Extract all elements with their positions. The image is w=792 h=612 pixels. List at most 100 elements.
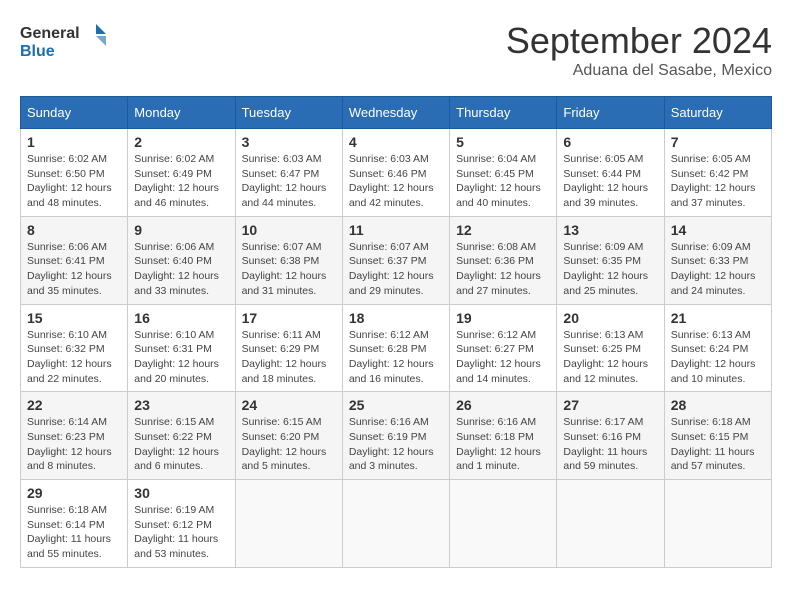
cell-13: 13 Sunrise: 6:09 AM Sunset: 6:35 PM Dayl…	[557, 216, 664, 304]
day-number: 10	[242, 222, 336, 238]
cell-4: 4 Sunrise: 6:03 AM Sunset: 6:46 PM Dayli…	[342, 129, 449, 217]
day-info: Sunrise: 6:05 AM Sunset: 6:44 PM Dayligh…	[563, 152, 657, 211]
cell-30: 30 Sunrise: 6:19 AM Sunset: 6:12 PM Dayl…	[128, 480, 235, 568]
day-number: 17	[242, 310, 336, 326]
cell-8: 8 Sunrise: 6:06 AM Sunset: 6:41 PM Dayli…	[21, 216, 128, 304]
day-number: 12	[456, 222, 550, 238]
day-info: Sunrise: 6:12 AM Sunset: 6:28 PM Dayligh…	[349, 328, 443, 387]
day-info: Sunrise: 6:14 AM Sunset: 6:23 PM Dayligh…	[27, 415, 121, 474]
cell-22: 22 Sunrise: 6:14 AM Sunset: 6:23 PM Dayl…	[21, 392, 128, 480]
day-info: Sunrise: 6:15 AM Sunset: 6:22 PM Dayligh…	[134, 415, 228, 474]
cell-16: 16 Sunrise: 6:10 AM Sunset: 6:31 PM Dayl…	[128, 304, 235, 392]
location-title: Aduana del Sasabe, Mexico	[506, 62, 772, 80]
day-number: 9	[134, 222, 228, 238]
week-row-2: 8 Sunrise: 6:06 AM Sunset: 6:41 PM Dayli…	[21, 216, 772, 304]
day-info: Sunrise: 6:02 AM Sunset: 6:49 PM Dayligh…	[134, 152, 228, 211]
day-info: Sunrise: 6:18 AM Sunset: 6:14 PM Dayligh…	[27, 503, 121, 562]
cell-15: 15 Sunrise: 6:10 AM Sunset: 6:32 PM Dayl…	[21, 304, 128, 392]
cell-3: 3 Sunrise: 6:03 AM Sunset: 6:47 PM Dayli…	[235, 129, 342, 217]
cell-6: 6 Sunrise: 6:05 AM Sunset: 6:44 PM Dayli…	[557, 129, 664, 217]
cell-29: 29 Sunrise: 6:18 AM Sunset: 6:14 PM Dayl…	[21, 480, 128, 568]
title-section: September 2024 Aduana del Sasabe, Mexico	[506, 20, 772, 80]
svg-text:Blue: Blue	[20, 43, 55, 60]
col-saturday: Saturday	[664, 97, 771, 129]
day-number: 29	[27, 485, 121, 501]
day-info: Sunrise: 6:09 AM Sunset: 6:35 PM Dayligh…	[563, 240, 657, 299]
cell-1: 1 Sunrise: 6:02 AM Sunset: 6:50 PM Dayli…	[21, 129, 128, 217]
col-thursday: Thursday	[450, 97, 557, 129]
day-info: Sunrise: 6:08 AM Sunset: 6:36 PM Dayligh…	[456, 240, 550, 299]
day-info: Sunrise: 6:17 AM Sunset: 6:16 PM Dayligh…	[563, 415, 657, 474]
day-number: 19	[456, 310, 550, 326]
col-friday: Friday	[557, 97, 664, 129]
cell-20: 20 Sunrise: 6:13 AM Sunset: 6:25 PM Dayl…	[557, 304, 664, 392]
day-number: 25	[349, 397, 443, 413]
day-number: 5	[456, 134, 550, 150]
day-number: 26	[456, 397, 550, 413]
cell-24: 24 Sunrise: 6:15 AM Sunset: 6:20 PM Dayl…	[235, 392, 342, 480]
day-info: Sunrise: 6:16 AM Sunset: 6:19 PM Dayligh…	[349, 415, 443, 474]
day-number: 13	[563, 222, 657, 238]
cell-21: 21 Sunrise: 6:13 AM Sunset: 6:24 PM Dayl…	[664, 304, 771, 392]
cell-empty	[557, 480, 664, 568]
cell-empty	[664, 480, 771, 568]
day-number: 15	[27, 310, 121, 326]
day-info: Sunrise: 6:06 AM Sunset: 6:41 PM Dayligh…	[27, 240, 121, 299]
cell-empty	[235, 480, 342, 568]
cell-14: 14 Sunrise: 6:09 AM Sunset: 6:33 PM Dayl…	[664, 216, 771, 304]
week-row-3: 15 Sunrise: 6:10 AM Sunset: 6:32 PM Dayl…	[21, 304, 772, 392]
logo: General Blue	[20, 20, 110, 60]
day-number: 11	[349, 222, 443, 238]
day-info: Sunrise: 6:03 AM Sunset: 6:47 PM Dayligh…	[242, 152, 336, 211]
day-info: Sunrise: 6:13 AM Sunset: 6:25 PM Dayligh…	[563, 328, 657, 387]
day-number: 23	[134, 397, 228, 413]
day-info: Sunrise: 6:16 AM Sunset: 6:18 PM Dayligh…	[456, 415, 550, 474]
day-info: Sunrise: 6:10 AM Sunset: 6:31 PM Dayligh…	[134, 328, 228, 387]
day-number: 14	[671, 222, 765, 238]
cell-9: 9 Sunrise: 6:06 AM Sunset: 6:40 PM Dayli…	[128, 216, 235, 304]
col-sunday: Sunday	[21, 97, 128, 129]
cell-19: 19 Sunrise: 6:12 AM Sunset: 6:27 PM Dayl…	[450, 304, 557, 392]
day-number: 24	[242, 397, 336, 413]
page-header: General Blue September 2024 Aduana del S…	[20, 20, 772, 80]
cell-28: 28 Sunrise: 6:18 AM Sunset: 6:15 PM Dayl…	[664, 392, 771, 480]
day-number: 22	[27, 397, 121, 413]
cell-25: 25 Sunrise: 6:16 AM Sunset: 6:19 PM Dayl…	[342, 392, 449, 480]
cell-11: 11 Sunrise: 6:07 AM Sunset: 6:37 PM Dayl…	[342, 216, 449, 304]
day-info: Sunrise: 6:03 AM Sunset: 6:46 PM Dayligh…	[349, 152, 443, 211]
day-number: 16	[134, 310, 228, 326]
day-number: 4	[349, 134, 443, 150]
logo-svg: General Blue	[20, 20, 110, 60]
day-info: Sunrise: 6:02 AM Sunset: 6:50 PM Dayligh…	[27, 152, 121, 211]
day-number: 6	[563, 134, 657, 150]
header-row: Sunday Monday Tuesday Wednesday Thursday…	[21, 97, 772, 129]
day-info: Sunrise: 6:10 AM Sunset: 6:32 PM Dayligh…	[27, 328, 121, 387]
day-number: 3	[242, 134, 336, 150]
month-title: September 2024	[506, 20, 772, 62]
day-number: 30	[134, 485, 228, 501]
day-info: Sunrise: 6:18 AM Sunset: 6:15 PM Dayligh…	[671, 415, 765, 474]
day-number: 20	[563, 310, 657, 326]
cell-2: 2 Sunrise: 6:02 AM Sunset: 6:49 PM Dayli…	[128, 129, 235, 217]
day-info: Sunrise: 6:06 AM Sunset: 6:40 PM Dayligh…	[134, 240, 228, 299]
calendar-body: 1 Sunrise: 6:02 AM Sunset: 6:50 PM Dayli…	[21, 129, 772, 568]
day-info: Sunrise: 6:11 AM Sunset: 6:29 PM Dayligh…	[242, 328, 336, 387]
day-info: Sunrise: 6:07 AM Sunset: 6:38 PM Dayligh…	[242, 240, 336, 299]
cell-7: 7 Sunrise: 6:05 AM Sunset: 6:42 PM Dayli…	[664, 129, 771, 217]
week-row-1: 1 Sunrise: 6:02 AM Sunset: 6:50 PM Dayli…	[21, 129, 772, 217]
day-info: Sunrise: 6:09 AM Sunset: 6:33 PM Dayligh…	[671, 240, 765, 299]
day-number: 2	[134, 134, 228, 150]
cell-12: 12 Sunrise: 6:08 AM Sunset: 6:36 PM Dayl…	[450, 216, 557, 304]
day-number: 18	[349, 310, 443, 326]
svg-text:General: General	[20, 25, 80, 42]
day-number: 8	[27, 222, 121, 238]
day-info: Sunrise: 6:05 AM Sunset: 6:42 PM Dayligh…	[671, 152, 765, 211]
day-number: 28	[671, 397, 765, 413]
day-info: Sunrise: 6:07 AM Sunset: 6:37 PM Dayligh…	[349, 240, 443, 299]
day-info: Sunrise: 6:13 AM Sunset: 6:24 PM Dayligh…	[671, 328, 765, 387]
cell-10: 10 Sunrise: 6:07 AM Sunset: 6:38 PM Dayl…	[235, 216, 342, 304]
cell-17: 17 Sunrise: 6:11 AM Sunset: 6:29 PM Dayl…	[235, 304, 342, 392]
col-tuesday: Tuesday	[235, 97, 342, 129]
cell-empty	[342, 480, 449, 568]
cell-18: 18 Sunrise: 6:12 AM Sunset: 6:28 PM Dayl…	[342, 304, 449, 392]
